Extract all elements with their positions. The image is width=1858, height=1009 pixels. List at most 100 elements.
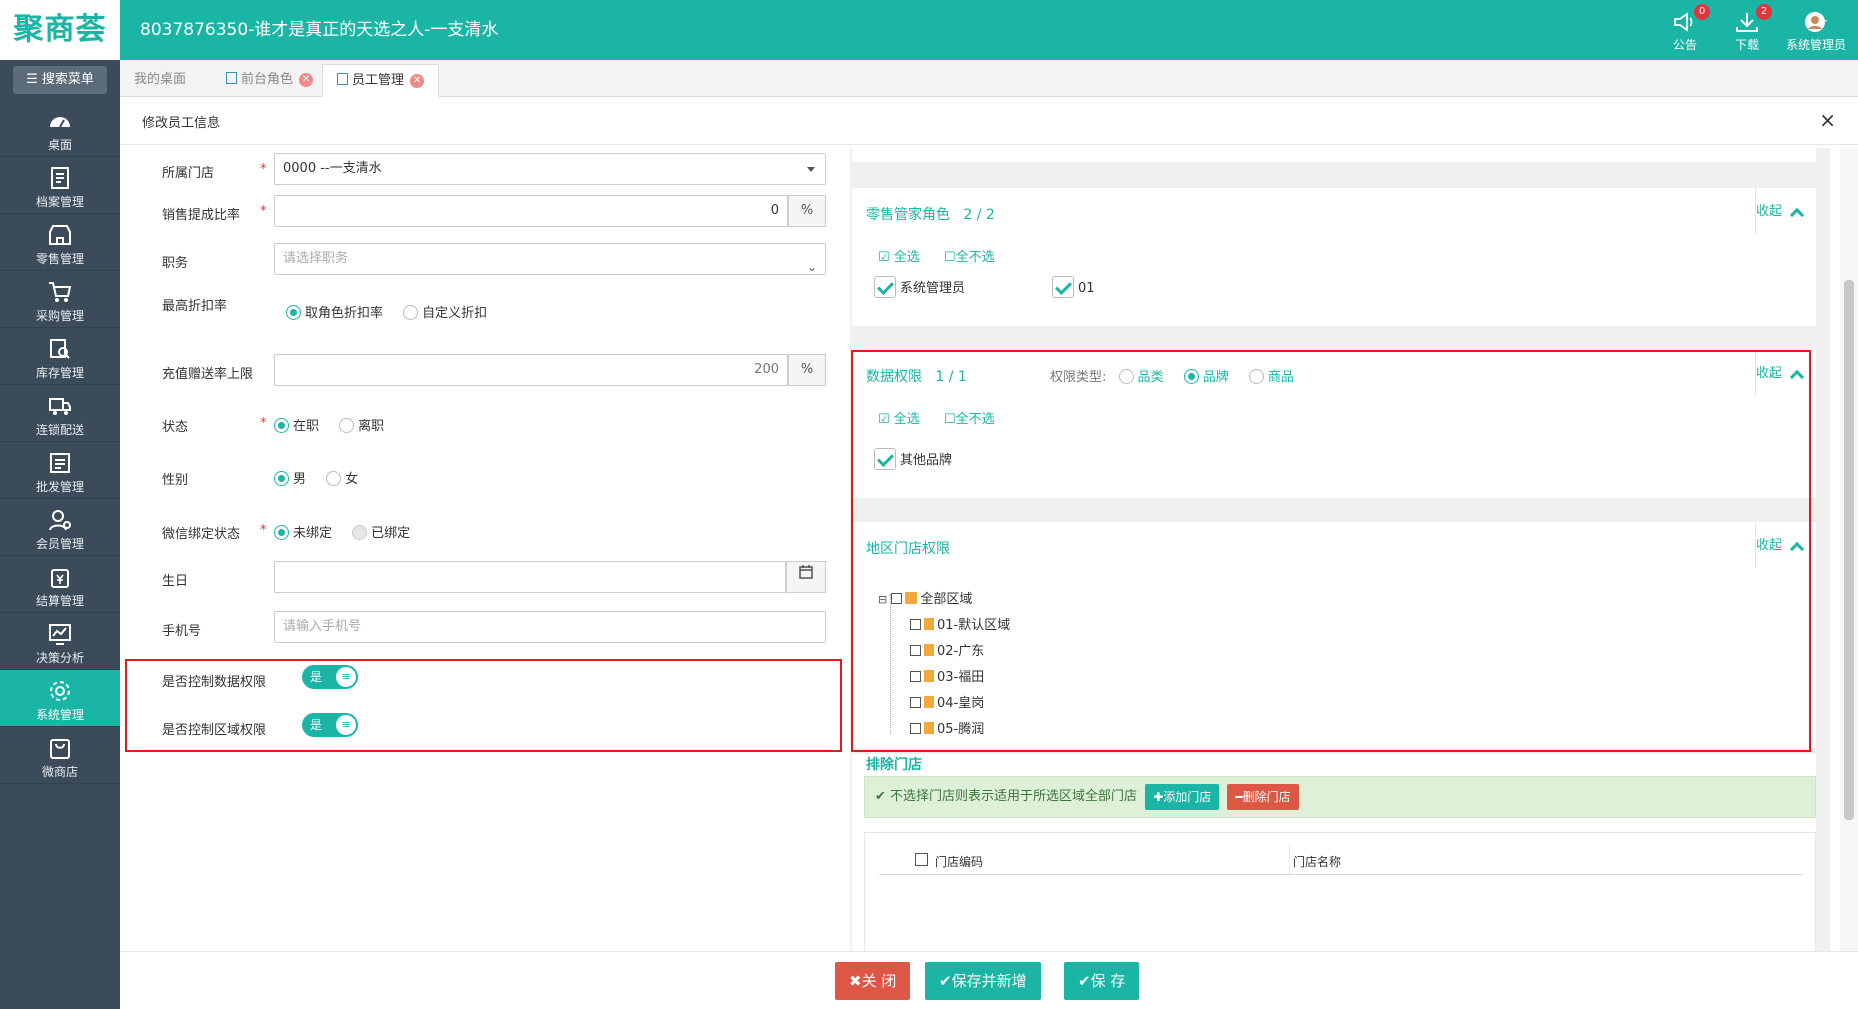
select-all-checkbox[interactable] [915, 853, 931, 868]
radio-bound: 已绑定 [352, 522, 410, 541]
retail-role-select-none[interactable]: ☐全不选 [944, 250, 995, 265]
user-name: 系统管理员 [1786, 38, 1847, 52]
close-tab-icon[interactable]: ✕ [410, 73, 425, 88]
sidebar-item-member[interactable]: 会员管理 [0, 499, 120, 556]
document-icon [226, 72, 237, 84]
gender-row: 性别 男 女 [140, 460, 840, 494]
announcement-button[interactable]: 0 公告 [1672, 4, 1710, 53]
download-label: 下载 [1734, 38, 1759, 52]
app-logo: 聚商荟 [0, 0, 120, 60]
sidebar-item-settlement[interactable]: 结算管理 [0, 556, 120, 613]
radio-female[interactable]: 女 [326, 468, 358, 487]
position-row: 职务 请选择职务 ⌄ [140, 243, 840, 277]
sidebar-item-distribution[interactable]: 连锁配送 [0, 385, 120, 442]
cart-icon [49, 282, 72, 302]
minus-icon: ━ [1235, 789, 1243, 804]
caret-down-icon [807, 167, 815, 172]
highlight-box-left [125, 659, 842, 752]
empty-square-icon: ☐ [943, 250, 956, 265]
commission-input[interactable]: 0 [274, 195, 788, 227]
plus-icon: ✚ [1153, 789, 1164, 804]
sidebar-item-retail[interactable]: 零售管理 [0, 214, 120, 271]
delete-store-button[interactable]: ━删除门店 [1227, 783, 1299, 810]
exclude-title: 排除门店 [866, 757, 922, 773]
check-square-icon: ☑ [878, 250, 890, 265]
max-discount-row: 最高折扣率 取角色折扣率 自定义折扣 [162, 299, 488, 321]
truck-icon [49, 398, 71, 415]
chevron-down-icon: ⌄ [806, 260, 817, 274]
tab-my-desktop[interactable]: 我的桌面 [120, 64, 200, 97]
check-icon: ✔ [1078, 972, 1091, 990]
calendar-icon [799, 565, 813, 579]
bag-icon [50, 739, 70, 759]
user-menu[interactable]: 系统管理员 [1786, 10, 1846, 53]
retail-role-item[interactable]: 系统管理员 [874, 276, 965, 298]
radio-employed[interactable]: 在职 [274, 415, 319, 434]
radio-custom-discount[interactable]: 自定义折扣 [403, 302, 487, 321]
save-button[interactable]: ✔保 存 [1064, 962, 1140, 1000]
dialog-close-icon[interactable]: × [1819, 108, 1836, 132]
tab-staff-management[interactable]: 员工管理 ✕ [322, 64, 440, 97]
status-row: 状态 * 在职 离职 [162, 415, 385, 435]
close-tab-icon[interactable]: ✕ [299, 72, 314, 87]
column-store-code[interactable]: 门店编码 [935, 853, 983, 870]
download-badge: 2 [1756, 4, 1772, 20]
menu-search-icon: ☰ [26, 72, 42, 87]
radio-resigned[interactable]: 离职 [339, 415, 384, 434]
gear-icon [50, 681, 70, 701]
inventory-icon [50, 339, 70, 359]
radio-unbound[interactable]: 未绑定 [274, 522, 332, 541]
commission-unit: % [788, 195, 826, 227]
birthday-row: 生日 [140, 561, 840, 595]
phone-row: 手机号 请输入手机号 [140, 611, 840, 645]
add-store-button[interactable]: ✚添加门店 [1145, 783, 1220, 810]
sidebar-item-analysis[interactable]: 决策分析 [0, 613, 120, 670]
menu-search-button[interactable]: ☰ 搜索菜单 [13, 66, 107, 94]
highlight-box-right [851, 350, 1811, 752]
recharge-limit-input[interactable]: 200 [274, 354, 788, 386]
sidebar-item-desktop[interactable]: 桌面 [0, 100, 120, 157]
announcement-badge: 0 [1694, 4, 1710, 20]
announcement-label: 公告 [1672, 38, 1697, 52]
exclude-store-panel: 排除门店 ✔ 不选择门店则表示适用于所选区域全部门店 ✚添加门店 ━删除门店 门… [852, 754, 1816, 953]
retail-role-panel: 零售管家角色 2 / 2 收起 ☑ 全选 ☐全不选 系统管理员 01 [852, 188, 1816, 326]
sidebar-item-archive[interactable]: 档案管理 [0, 157, 120, 214]
check-icon: ✔ [875, 789, 886, 804]
sidebar-item-microstore[interactable]: 微商店 [0, 727, 120, 784]
exclude-notice: ✔ 不选择门店则表示适用于所选区域全部门店 ✚添加门店 ━删除门店 [864, 776, 1816, 818]
scrollbar-thumb[interactable] [1844, 280, 1854, 820]
tab-front-role[interactable]: 前台角色 ✕ [212, 64, 327, 97]
download-button[interactable]: 2 下载 [1734, 4, 1772, 53]
chevron-up-icon [1789, 207, 1805, 223]
table-header: 门店编码 门店名称 [879, 845, 1803, 875]
sidebar-item-inventory[interactable]: 库存管理 [0, 328, 120, 385]
save-and-new-button[interactable]: ✔保存并新增 [925, 962, 1041, 1000]
phone-input[interactable]: 请输入手机号 [274, 611, 826, 643]
position-select[interactable]: 请选择职务 ⌄ [274, 243, 826, 275]
sidebar-item-purchase[interactable]: 采购管理 [0, 271, 120, 328]
app-title: 8037876350-谁才是真正的天选之人-一支清水 [140, 20, 499, 40]
retail-role-count: 2 / 2 [963, 207, 995, 223]
recharge-limit-unit: % [788, 354, 826, 386]
document-icon [337, 73, 348, 85]
tab-bar: 我的桌面 前台角色 ✕ 员工管理 ✕ [120, 60, 1858, 97]
top-header: 聚商荟 8037876350-谁才是真正的天选之人-一支清水 0 公告 2 下载… [0, 0, 1858, 60]
radio-male[interactable]: 男 [274, 468, 306, 487]
retail-role-item[interactable]: 01 [1052, 276, 1095, 298]
close-button[interactable]: ✖关 闭 [835, 962, 911, 1000]
retail-role-select-all[interactable]: ☑ 全选 [878, 250, 920, 265]
store-select[interactable]: 0000 --一支清水 [274, 153, 826, 185]
sidebar-item-wholesale[interactable]: 批发管理 [0, 442, 120, 499]
user-avatar-icon [1805, 12, 1827, 32]
radio-role-discount[interactable]: 取角色折扣率 [286, 302, 383, 321]
calendar-button[interactable] [786, 561, 826, 593]
birthday-input[interactable] [274, 561, 786, 593]
wholesale-icon [50, 453, 70, 473]
dialog-header: 修改员工信息 × [120, 98, 1858, 145]
member-icon [49, 510, 71, 531]
close-icon: ✖ [849, 972, 862, 990]
sidebar-item-system[interactable]: 系统管理 [0, 670, 120, 727]
column-store-name[interactable]: 门店名称 [1293, 853, 1341, 870]
store-row: 所属门店 * 0000 --一支清水 [140, 153, 840, 187]
retail-role-collapse-button[interactable]: 收起 [1756, 200, 1805, 223]
